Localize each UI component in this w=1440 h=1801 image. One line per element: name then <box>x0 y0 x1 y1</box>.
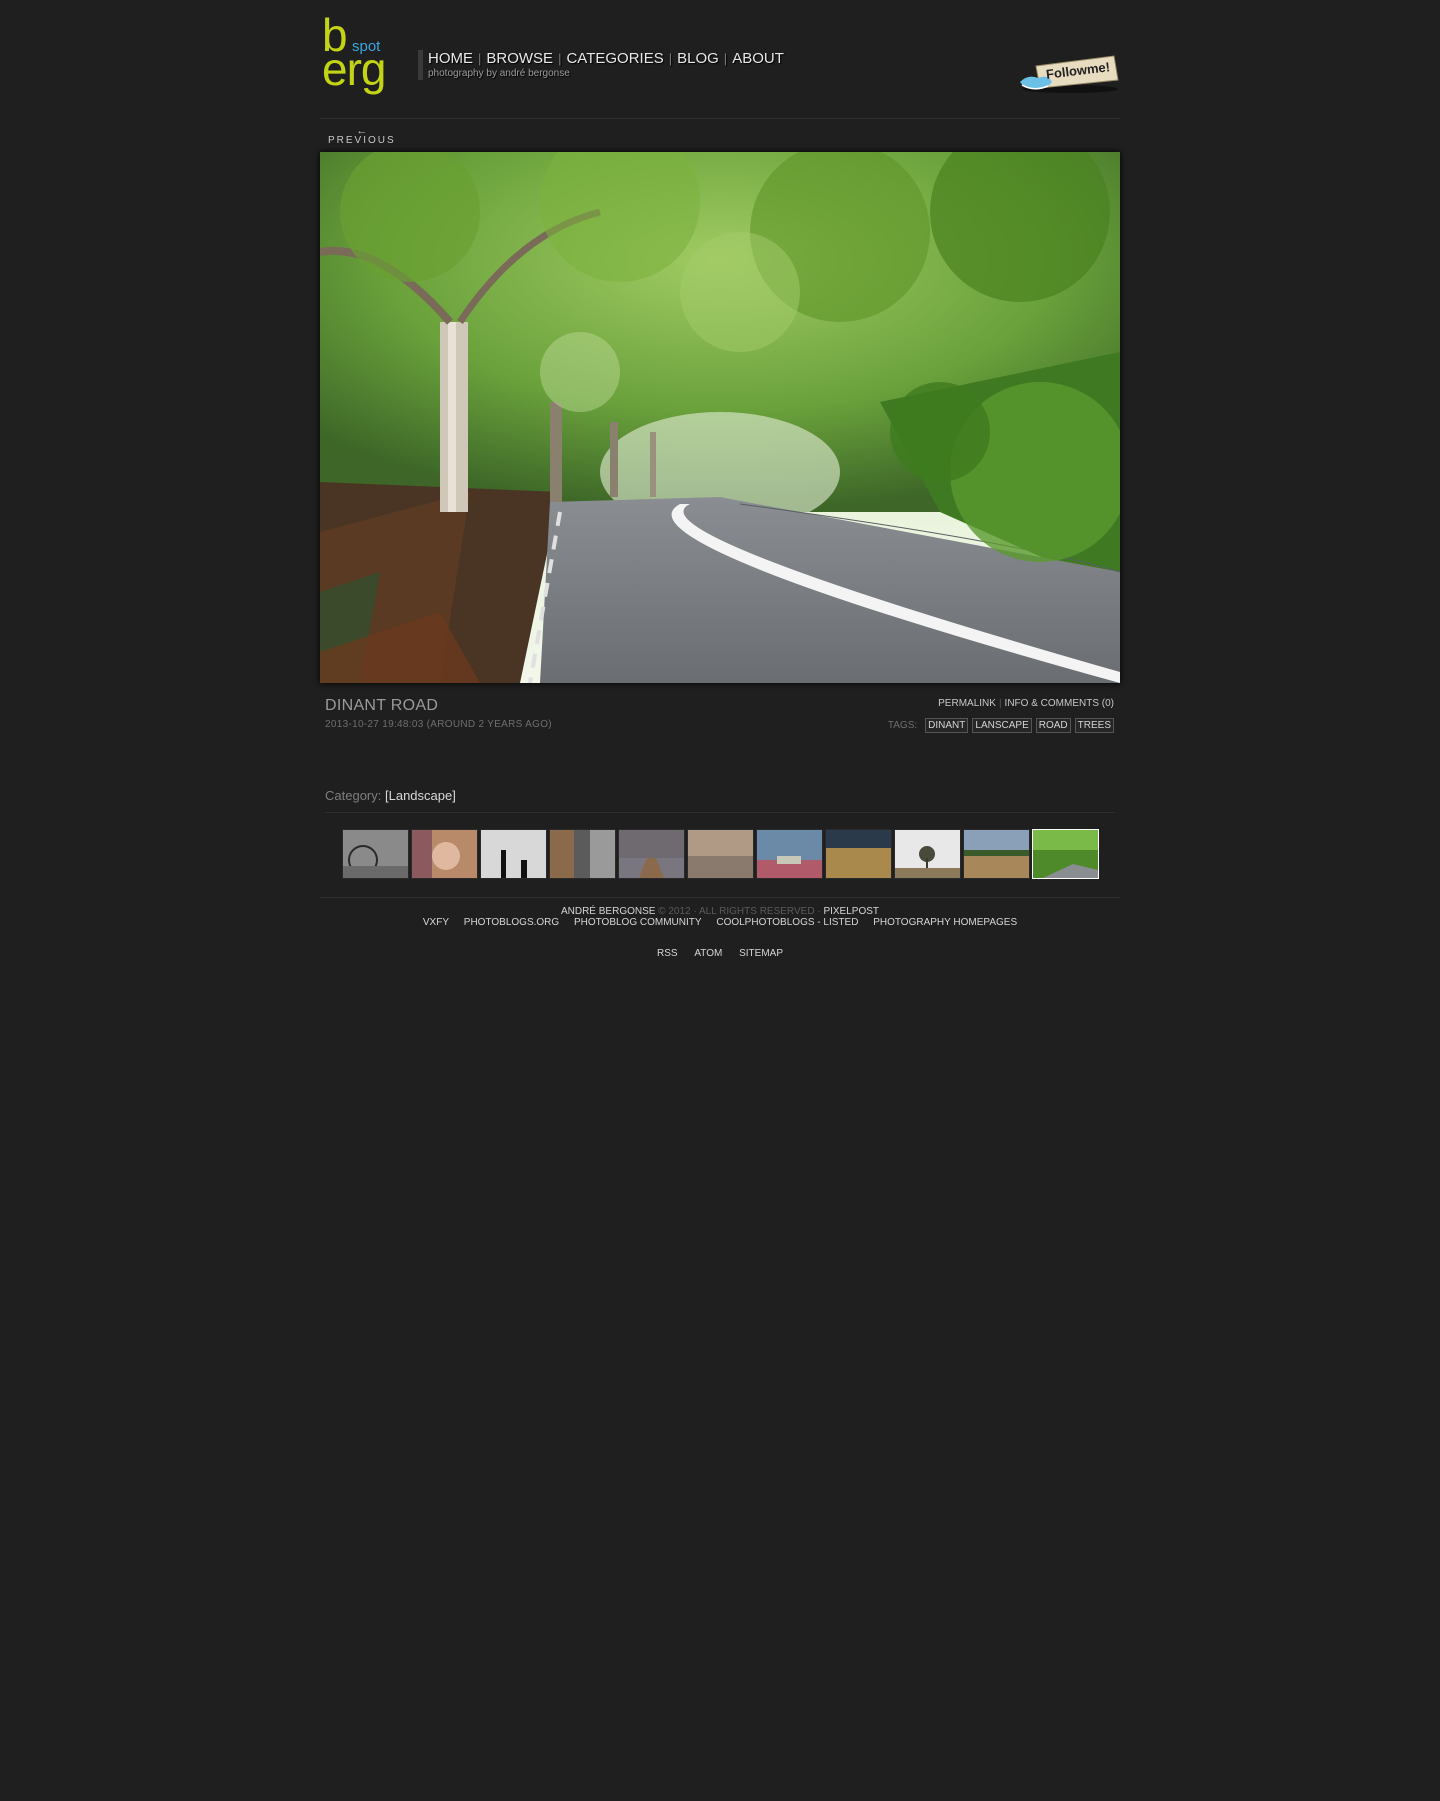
link-separator: | <box>998 698 1002 709</box>
thumbnail-active[interactable] <box>1031 829 1099 879</box>
thumbnail[interactable] <box>617 829 685 879</box>
thumbnail[interactable] <box>548 829 616 879</box>
thumbnail[interactable] <box>479 829 547 879</box>
footer-link-photoblog-community[interactable]: PHOTOBLOG COMMUNITY <box>574 917 702 928</box>
tags-label: TAGS: <box>887 720 918 731</box>
nav-separator: | <box>668 51 673 66</box>
nav-home[interactable]: HOME <box>428 50 473 67</box>
thumbnail-strip <box>320 829 1120 879</box>
tag-road[interactable]: ROAD <box>1035 718 1071 733</box>
photo-category: Category: [Landscape] <box>320 788 1120 812</box>
category-divider <box>325 812 1115 813</box>
pixelpost-link[interactable]: PIXELPOST <box>823 906 879 917</box>
thumbnail[interactable] <box>410 829 478 879</box>
photo-dinant-road <box>320 152 1120 683</box>
photo-info: DINANT ROAD 2013-10-27 19:48:03 (AROUND … <box>320 683 1120 788</box>
footer-feeds-row: RSS ATOM SITEMAP <box>320 948 1120 959</box>
arrow-left-icon: ← <box>356 125 368 137</box>
main-photo[interactable] <box>320 152 1120 683</box>
site-header: b spot erg HOME | BROWSE | CATEGORIES | … <box>320 12 1120 118</box>
footer-link-photoblogs[interactable]: PHOTOBLOGS.ORG <box>464 917 559 928</box>
nav-categories[interactable]: CATEGORIES <box>566 50 663 67</box>
thumbnail[interactable] <box>755 829 823 879</box>
sitemap-link[interactable]: SITEMAP <box>739 948 783 959</box>
previous-nav: ← PREVIOUS <box>320 119 1120 152</box>
nav-browse[interactable]: BROWSE <box>486 50 553 67</box>
rss-link[interactable]: RSS <box>657 948 678 959</box>
thumbnail[interactable] <box>824 829 892 879</box>
previous-link[interactable]: ← PREVIOUS <box>328 125 396 147</box>
tag-lanscape[interactable]: LANSCAPE <box>972 718 1032 733</box>
thumbnail[interactable] <box>962 829 1030 879</box>
footer-link-vxfy[interactable]: VXFY <box>423 917 449 928</box>
footer-link-photography-homepages[interactable]: PHOTOGRAPHY HOMEPAGES <box>873 917 1017 928</box>
info-comments-link[interactable]: INFO & COMMENTS (0) <box>1005 698 1114 709</box>
copyright-text: © 2012 · ALL RIGHTS RESERVED · <box>658 906 821 917</box>
nav-about[interactable]: ABOUT <box>732 50 784 67</box>
photo-links: PERMALINK | INFO & COMMENTS (0) <box>938 698 1114 709</box>
previous-label: PREVIOUS <box>328 135 396 146</box>
main-navigation: HOME | BROWSE | CATEGORIES | BLOG | ABOU… <box>418 50 784 80</box>
site-tagline: photography by andré bergonse <box>428 68 570 79</box>
nav-blog[interactable]: BLOG <box>677 50 719 67</box>
footer-links-row: VXFY PHOTOBLOGS.ORG PHOTOBLOG COMMUNITY … <box>320 917 1120 928</box>
footer-link-coolphotoblogs[interactable]: COOLPHOTOBLOGS - LISTED <box>716 917 858 928</box>
category-link[interactable]: [Landscape] <box>385 788 456 803</box>
bird-icon: Followme! <box>1020 55 1119 93</box>
page-wrapper: b spot erg HOME | BROWSE | CATEGORIES | … <box>320 0 1120 959</box>
permalink-link[interactable]: PERMALINK <box>938 698 996 709</box>
author-link[interactable]: ANDRÉ BERGONSE <box>561 906 655 917</box>
site-logo[interactable]: b spot erg <box>322 12 394 100</box>
site-footer: ANDRÉ BERGONSE © 2012 · ALL RIGHTS RESER… <box>320 898 1120 959</box>
logo-erg: erg <box>322 43 386 95</box>
photo-date: 2013-10-27 19:48:03 (AROUND 2 YEARS AGO) <box>325 719 552 730</box>
thumbnail[interactable] <box>893 829 961 879</box>
atom-link[interactable]: ATOM <box>694 948 722 959</box>
thumbnail[interactable] <box>686 829 754 879</box>
nav-separator: | <box>558 51 562 66</box>
tag-trees[interactable]: TREES <box>1074 718 1114 733</box>
photo-title: DINANT ROAD <box>325 697 439 714</box>
photo-tags: TAGS: DINANT LANSCAPE ROAD TREES <box>888 718 1114 733</box>
footer-copyright-row: ANDRÉ BERGONSE © 2012 · ALL RIGHTS RESER… <box>320 906 1120 917</box>
tag-dinant[interactable]: DINANT <box>925 718 969 733</box>
thumbnail[interactable] <box>341 829 409 879</box>
category-label: Category: <box>325 788 382 803</box>
nav-separator: | <box>723 51 728 66</box>
twitter-follow-button[interactable]: Followme! <box>1018 52 1120 94</box>
nav-separator: | <box>478 51 482 66</box>
